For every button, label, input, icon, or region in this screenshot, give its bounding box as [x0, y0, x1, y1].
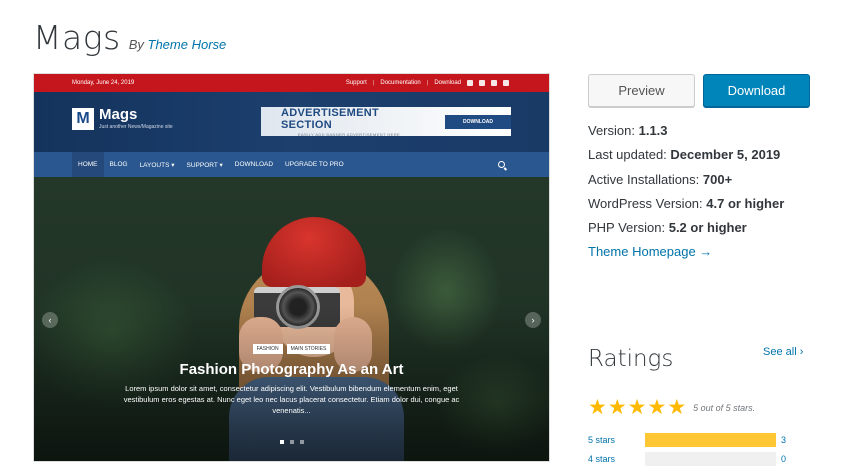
mock-ad-title: ADVERTISEMENT SECTION	[281, 106, 380, 131]
preview-button[interactable]: Preview	[588, 74, 695, 107]
rating-row-count[interactable]: 0	[781, 454, 786, 464]
hero-category: MAIN STORIES	[286, 344, 331, 354]
rating-row-label[interactable]: 5 stars	[588, 435, 645, 445]
mock-site-name: Mags	[99, 106, 138, 123]
mock-nav-home: HOME	[72, 152, 104, 177]
search-icon	[498, 161, 505, 168]
mock-link-download: Download	[434, 80, 461, 86]
mock-nav-layouts: LAYOUTS ▾	[139, 161, 175, 169]
star-filled-icon: ★	[607, 396, 627, 419]
mock-topbar: Monday, June 24, 2019 Support | Document…	[34, 74, 549, 92]
mock-nav-blog: BLOG	[109, 161, 128, 168]
mock-masthead: M Mags Just another News/Magazine site A…	[34, 92, 549, 152]
theme-name: Mags	[33, 18, 121, 57]
instagram-icon	[491, 80, 497, 86]
theme-header: Mags By Theme Horse	[33, 18, 226, 57]
star-filled-icon: ★	[588, 396, 607, 419]
ratings-heading: Ratings	[588, 346, 674, 372]
hero-excerpt: Lorem ipsum dolor sit amet, consectetur …	[123, 384, 460, 415]
slider-dot	[289, 440, 294, 444]
meta-version-label: Version:	[588, 123, 635, 138]
mock-ad-subtitle: EASILY ADD BANNER ADVERTISEMENT HERE	[297, 131, 401, 137]
mock-nav-upgrade: UPGRADE TO PRO	[285, 161, 344, 168]
slider-dots	[34, 440, 549, 444]
mock-link-support: Support	[345, 80, 367, 86]
mock-ad-button: DOWNLOAD	[445, 114, 511, 129]
theme-meta: Version: 1.1.3 Last updated: December 5,…	[588, 119, 784, 265]
slider-prev-icon: ‹	[42, 312, 58, 328]
by-prefix: By	[128, 37, 144, 52]
mock-nav: HOME BLOG LAYOUTS ▾ SUPPORT ▾ DOWNLOAD U…	[34, 152, 549, 177]
meta-php-value: 5.2 or higher	[668, 220, 747, 236]
rating-bar	[645, 452, 776, 466]
slider-dot	[299, 440, 304, 444]
theme-screenshot: Monday, June 24, 2019 Support | Document…	[33, 73, 550, 462]
meta-version: Version: 1.1.3	[588, 119, 784, 143]
meta-php-label: PHP Version:	[588, 220, 666, 236]
meta-version-value: 1.1.3	[638, 123, 668, 138]
slider-dot	[279, 440, 284, 444]
meta-installs: Active Installations: 700+	[588, 168, 784, 192]
see-all-ratings-link[interactable]: See all ›	[763, 346, 803, 358]
mock-ad-banner: ADVERTISEMENT SECTION EASILY ADD BANNER …	[261, 106, 511, 137]
meta-installs-label: Active Installations:	[588, 171, 700, 187]
meta-php-version: PHP Version: 5.2 or higher	[588, 216, 784, 240]
rating-bar-fill	[645, 433, 776, 447]
rating-bar	[645, 433, 776, 447]
slider-next-icon: ›	[525, 312, 541, 328]
mock-logo: M Mags Just another News/Magazine site	[72, 107, 173, 130]
facebook-icon	[467, 80, 473, 86]
meta-updated-label: Last updated:	[588, 147, 667, 163]
star-filled-icon: ★	[627, 396, 647, 419]
hero-category: FASHION	[252, 344, 283, 354]
meta-updated-value: December 5, 2019	[670, 147, 781, 163]
author-link[interactable]: Theme Horse	[148, 37, 227, 52]
twitter-icon	[479, 80, 485, 86]
mock-nav-support: SUPPORT ▾	[186, 161, 223, 169]
star-filled-icon: ★	[667, 396, 687, 419]
mock-logo-icon: M	[72, 107, 94, 130]
youtube-icon	[503, 80, 509, 86]
meta-wp-version: WordPress Version: 4.7 or higher	[588, 192, 784, 216]
hero-title: Fashion Photography As an Art	[179, 361, 404, 378]
mock-link-documentation: Documentation	[380, 80, 421, 86]
rating-row-label[interactable]: 4 stars	[588, 454, 645, 464]
mock-date: Monday, June 24, 2019	[72, 80, 135, 86]
rating-summary: 5 out of 5 stars.	[693, 402, 756, 413]
mock-hero-slider: ‹ › FASHION MAIN STORIES Fashion Photogr…	[34, 177, 549, 461]
meta-wp-value: 4.7 or higher	[706, 195, 785, 211]
meta-updated: Last updated: December 5, 2019	[588, 143, 784, 167]
rating-row-4[interactable]: 4 stars 0	[588, 452, 786, 466]
mock-topbar-links: Support | Documentation | Download	[346, 80, 509, 86]
rating-row-count[interactable]: 3	[781, 435, 786, 445]
star-filled-icon: ★	[647, 396, 667, 419]
rating-stars: ★ ★ ★ ★ ★ 5 out of 5 stars.	[588, 397, 755, 418]
mock-nav-download: DOWNLOAD	[234, 161, 274, 168]
mock-site-tagline: Just another News/Magazine site	[99, 124, 173, 130]
theme-byline: By Theme Horse	[129, 37, 227, 52]
rating-row-5[interactable]: 5 stars 3	[588, 433, 786, 447]
download-button[interactable]: Download	[703, 74, 810, 107]
hero-categories: FASHION MAIN STORIES	[34, 344, 549, 354]
meta-installs-value: 700+	[702, 171, 733, 187]
theme-homepage-link[interactable]: Theme Homepage →	[588, 244, 712, 259]
meta-wp-label: WordPress Version:	[588, 195, 703, 211]
